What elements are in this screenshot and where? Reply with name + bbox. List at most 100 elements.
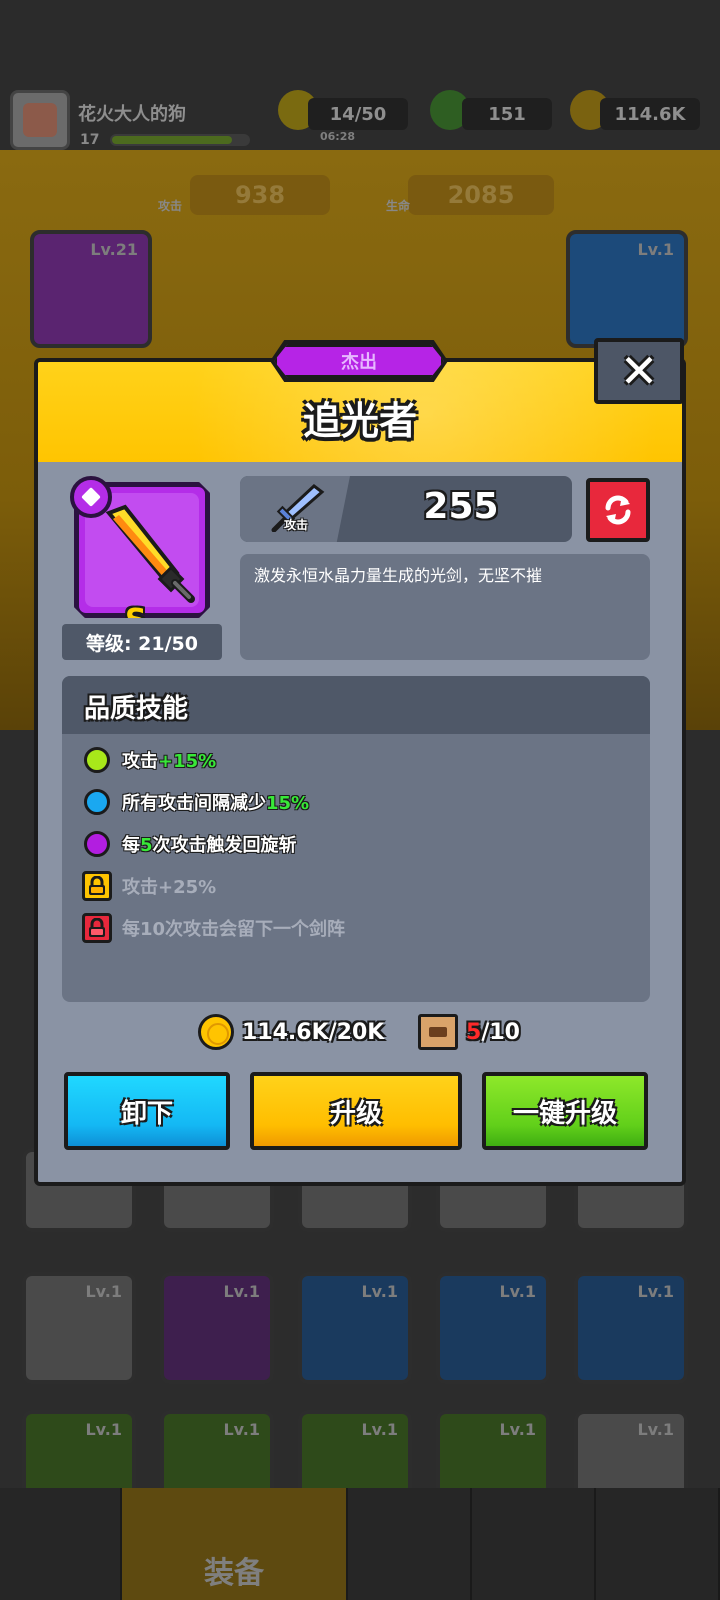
item-detail-modal: 追光者 杰出 ✕ S 等级: 21/50 攻击 255 激发永恒水晶力量生成的光… — [34, 338, 686, 1186]
inventory-item[interactable]: Lv.1 — [298, 1272, 412, 1384]
inventory-item[interactable]: Lv.1 — [436, 1272, 550, 1384]
attack-label: 攻击 — [284, 518, 309, 532]
nav-tab-heroes[interactable] — [348, 1488, 472, 1600]
scroll-cost: 5/10 — [466, 1020, 520, 1045]
skill-text: 攻击+25% — [122, 877, 217, 898]
gold-coin-icon — [198, 1014, 234, 1050]
inventory-item-level: Lv.1 — [361, 1420, 398, 1439]
close-button[interactable]: ✕ — [594, 338, 684, 404]
inventory-item[interactable]: Lv.1 — [298, 1410, 412, 1500]
scroll-need: /10 — [481, 1020, 520, 1045]
inventory-item[interactable]: Lv.1 — [22, 1410, 136, 1500]
gold-value: 114.6K — [614, 103, 686, 125]
skill-text-main: 攻击 — [122, 751, 158, 772]
item-description-text: 激发永恒水晶力量生成的光剑，无坚不摧 — [254, 566, 543, 585]
item-description: 激发永恒水晶力量生成的光剑，无坚不摧 — [240, 554, 650, 660]
skill-text-highlight: 15% — [266, 793, 310, 814]
gold-counter[interactable]: 114.6K — [600, 98, 700, 130]
skills-title: 品质技能 — [84, 694, 189, 724]
inventory-item[interactable]: Lv.1 — [574, 1272, 688, 1384]
inventory-item-level: Lv.1 — [85, 1282, 122, 1301]
player-bar: 花火大人的狗 17 14/50 06:28 151 114.6K — [0, 90, 720, 160]
lock-icon — [82, 871, 112, 901]
attack-value: 255 — [423, 486, 499, 527]
quality-skills-panel: 品质技能 攻击+15% 所有攻击间隔减少15% 每5次攻击触发回旋斩 攻击+25… — [62, 676, 650, 1002]
total-hp-label: 生命 — [386, 199, 411, 213]
blue-dot-icon — [84, 789, 110, 815]
inventory-item-level: Lv.1 — [223, 1420, 260, 1439]
item-name: 追光者 — [302, 399, 417, 443]
upgrade-scroll-icon — [418, 1014, 458, 1050]
skill-text-main: 所有攻击间隔减少 — [122, 793, 266, 814]
skill-item: 所有攻击间隔减少15% — [84, 786, 309, 818]
skill-text-suffix: 次攻击触发回旋斩 — [152, 835, 297, 856]
inventory-item-level: Lv.1 — [361, 1282, 398, 1301]
rarity-label: 杰出 — [341, 352, 377, 373]
weapon-slot[interactable]: Lv.21 — [30, 230, 152, 348]
nav-tab-equipment[interactable]: 装备 — [122, 1488, 348, 1600]
total-hp: 2085 — [408, 175, 554, 215]
armor-slot-level: Lv.1 — [637, 240, 674, 259]
inventory-item[interactable]: Lv.1 — [574, 1410, 688, 1500]
inventory-item[interactable]: Lv.1 — [436, 1410, 550, 1500]
skill-item: 攻击+15% — [84, 744, 216, 776]
inventory-item[interactable]: Lv.1 — [22, 1272, 136, 1384]
scroll-have: 5 — [466, 1020, 482, 1045]
gold-cost: 114.6K/20K — [242, 1020, 385, 1045]
skill-text-highlight: +15% — [158, 751, 217, 772]
skill-text: 攻击+15% — [122, 747, 216, 773]
gem-value: 151 — [488, 103, 526, 125]
gem-counter[interactable]: 151 — [462, 98, 552, 130]
inventory-item-level: Lv.1 — [637, 1282, 674, 1301]
player-level: 17 — [80, 132, 100, 148]
skill-item-locked: 每10次攻击会留下一个剑阵 — [82, 912, 345, 944]
xp-bar — [110, 134, 250, 146]
one-click-upgrade-button[interactable]: 一键升级 — [482, 1072, 648, 1150]
attack-stat: 攻击 255 — [240, 476, 572, 542]
inventory-item[interactable]: Lv.1 — [160, 1410, 274, 1500]
inventory-item-level: Lv.1 — [637, 1420, 674, 1439]
nav-tab-lab[interactable] — [596, 1488, 720, 1600]
rarity-tag: 杰出 — [274, 344, 444, 378]
weapon-type-badge-icon — [70, 476, 112, 518]
padlock-icon — [89, 918, 105, 937]
skill-text: 每5次攻击触发回旋斩 — [122, 831, 297, 857]
nav-tab-shop[interactable] — [0, 1488, 122, 1600]
avatar[interactable] — [10, 90, 70, 150]
modal-body: S 等级: 21/50 攻击 255 激发永恒水晶力量生成的光剑，无坚不摧 品质… — [34, 462, 686, 1186]
inventory-item[interactable]: Lv.1 — [160, 1272, 274, 1384]
skill-text-main: 每 — [122, 835, 140, 856]
padlock-icon — [89, 876, 105, 895]
refresh-icon — [605, 495, 631, 525]
skill-text: 所有攻击间隔减少15% — [122, 789, 309, 815]
item-level: 等级: 21/50 — [62, 624, 222, 660]
purple-dot-icon — [84, 831, 110, 857]
close-icon: ✕ — [619, 344, 659, 398]
nav-tab-equipment-label: 装备 — [204, 1556, 264, 1591]
energy-counter[interactable]: 14/50 — [308, 98, 408, 130]
inventory-item-level: Lv.1 — [499, 1282, 536, 1301]
inventory-item-level: Lv.1 — [223, 1282, 260, 1301]
upgrade-button[interactable]: 升级 — [250, 1072, 462, 1150]
lock-icon — [82, 913, 112, 943]
nav-tab-skills[interactable] — [472, 1488, 596, 1600]
skill-item: 每5次攻击触发回旋斩 — [84, 828, 297, 860]
green-dot-icon — [84, 747, 110, 773]
player-name: 花火大人的狗 — [78, 104, 186, 125]
reroll-button[interactable] — [586, 478, 650, 542]
weapon-slot-level: Lv.21 — [90, 240, 138, 259]
bottom-nav: 装备 — [0, 1488, 720, 1600]
armor-slot[interactable]: Lv.1 — [566, 230, 688, 348]
energy-timer: 06:28 — [320, 130, 356, 143]
skills-title-bar: 品质技能 — [62, 676, 650, 734]
total-attack-label: 攻击 — [158, 199, 183, 213]
total-attack: 938 — [190, 175, 330, 215]
inventory-item-level: Lv.1 — [499, 1420, 536, 1439]
skill-item-locked: 攻击+25% — [82, 870, 216, 902]
energy-value: 14/50 — [329, 103, 387, 125]
skill-text-highlight: 5 — [140, 835, 153, 856]
total-attack-value: 938 — [234, 181, 286, 209]
skill-text: 每10次攻击会留下一个剑阵 — [122, 919, 346, 940]
unequip-button[interactable]: 卸下 — [64, 1072, 230, 1150]
total-hp-value: 2085 — [447, 181, 515, 209]
